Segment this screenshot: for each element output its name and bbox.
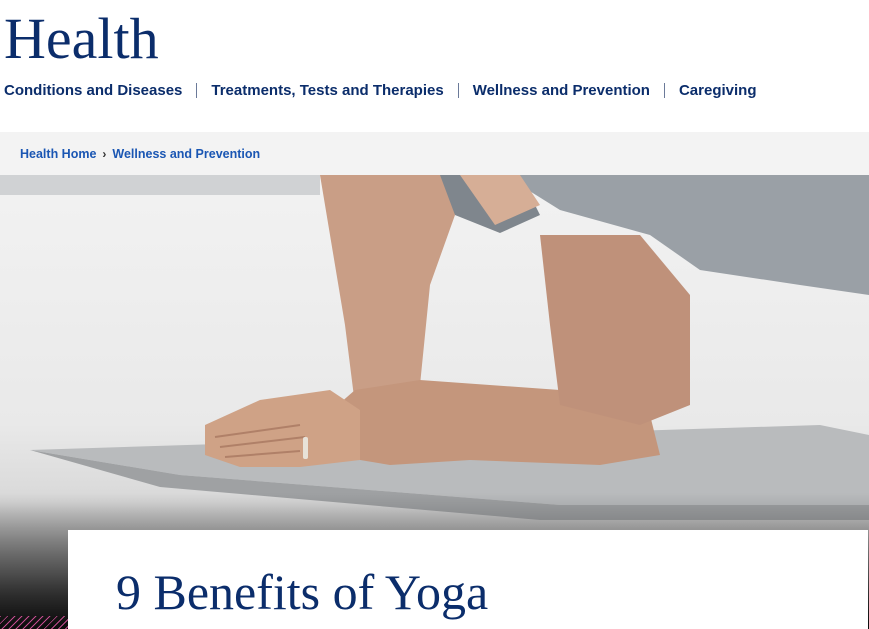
top-navigation: Conditions and Diseases Treatments, Test… <box>4 80 757 100</box>
nav-wellness-and-prevention[interactable]: Wellness and Prevention <box>473 82 650 99</box>
article-title: 9 Benefits of Yoga <box>116 564 489 620</box>
breadcrumb-health-home[interactable]: Health Home <box>20 147 96 161</box>
nav-divider <box>663 82 665 98</box>
article-title-card: 9 Benefits of Yoga <box>68 530 868 629</box>
decorative-stripes <box>0 616 68 629</box>
nav-divider <box>457 82 459 98</box>
site-title[interactable]: Health <box>4 6 159 72</box>
breadcrumb: Health Home › Wellness and Prevention <box>0 132 869 175</box>
chevron-right-icon: › <box>102 146 107 161</box>
nav-divider <box>196 82 198 98</box>
nav-conditions-and-diseases[interactable]: Conditions and Diseases <box>4 82 182 99</box>
nav-treatments-tests-therapies[interactable]: Treatments, Tests and Therapies <box>211 82 443 99</box>
breadcrumb-wellness-and-prevention[interactable]: Wellness and Prevention <box>112 147 260 161</box>
nav-caregiving[interactable]: Caregiving <box>679 82 757 99</box>
